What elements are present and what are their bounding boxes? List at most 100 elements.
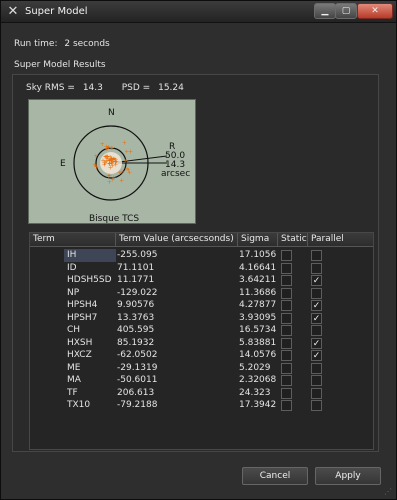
static-checkbox[interactable] <box>281 400 292 411</box>
static-checkbox[interactable] <box>281 337 292 349</box>
minimize-button[interactable]: ▁ <box>314 3 336 19</box>
term-cell: HPSH7 <box>67 312 98 323</box>
term-cell: NP <box>67 287 80 298</box>
static-checkbox[interactable] <box>281 375 292 386</box>
table-row[interactable]: NP -129.022 11.3686 <box>30 287 373 300</box>
sigma-cell: 16.5734 <box>239 325 277 335</box>
static-checkbox[interactable] <box>281 275 292 286</box>
term-value-cell[interactable]: 405.595 <box>117 324 154 337</box>
pointing-plot-svg: + +++++++++ ++++++++++++++++++ ++++++ ++++++… <box>60 108 190 224</box>
term-value-cell[interactable]: 11.1771 <box>117 274 154 287</box>
residual-point: + <box>106 144 111 151</box>
psd-value: 15.24 <box>158 83 184 93</box>
super-model-window: ✕ Super Model ▁ ▢ ✕ Run time: 2 seconds … <box>0 0 397 500</box>
parallel-checkbox[interactable]: ✓ <box>311 275 322 286</box>
residual-point: + <box>92 162 97 169</box>
residual-point: + <box>104 158 109 165</box>
table-row[interactable]: HXSH 85.1932 5.83881 ✓ <box>30 337 373 350</box>
residual-point: + <box>122 139 127 146</box>
header-term[interactable]: Term <box>30 233 116 247</box>
parallel-checkbox[interactable] <box>311 400 322 411</box>
term-cell: HXCZ <box>67 350 92 360</box>
term-value-cell[interactable]: -29.1319 <box>117 362 157 375</box>
header-term-value[interactable]: Term Value (arcsecsonds) <box>116 233 238 247</box>
static-checkbox[interactable] <box>281 325 292 336</box>
static-checkbox[interactable] <box>281 287 292 299</box>
static-checkbox[interactable] <box>281 300 292 311</box>
parallel-checkbox[interactable] <box>311 362 322 374</box>
term-value-cell[interactable]: -255.095 <box>117 249 157 262</box>
table-row[interactable]: HPSH4 9.90576 4.27877 ✓ <box>30 299 373 312</box>
sigma-cell: 5.83881 <box>239 337 277 348</box>
results-group: Sky RMS = 14.3 PSD = 15.24 + + + + + + + + + + + + +… <box>12 74 379 452</box>
north-label: N <box>108 108 115 118</box>
parallel-checkbox[interactable] <box>311 250 322 261</box>
run-time-label: Run time: <box>14 39 58 49</box>
header-sigma[interactable]: Sigma <box>238 233 278 247</box>
term-value-cell[interactable]: 85.1932 <box>117 337 154 350</box>
table-row[interactable]: ME -29.1319 5.2029 <box>30 362 373 375</box>
parallel-checkbox[interactable] <box>311 325 322 336</box>
sigma-cell: 17.3942 <box>239 400 277 410</box>
static-checkbox[interactable] <box>281 387 292 399</box>
term-value-cell[interactable]: 206.613 <box>117 387 154 400</box>
header-static[interactable]: Static <box>278 233 308 247</box>
sky-rms-label: Sky RMS = <box>26 83 75 93</box>
table-row[interactable]: TX10 -79.2188 17.3942 <box>30 399 373 412</box>
plot-caption: Bisque TCS <box>89 214 139 224</box>
static-checkbox[interactable] <box>281 362 292 374</box>
sigma-cell: 3.93095 <box>239 312 277 323</box>
static-checkbox[interactable] <box>281 312 292 324</box>
term-value-cell[interactable]: -129.022 <box>117 287 157 300</box>
term-cell: HXSH <box>67 337 93 348</box>
residual-point: + <box>120 169 125 176</box>
table-row[interactable]: IH -255.095 17.1056 <box>30 249 373 262</box>
term-value-cell[interactable]: -79.2188 <box>117 399 157 412</box>
title-bar[interactable]: ✕ Super Model ▁ ▢ ✕ <box>1 1 396 23</box>
table-row[interactable]: HPSH7 13.3763 3.93095 ✓ <box>30 312 373 325</box>
resize-grip-icon[interactable]: ⋰ <box>384 487 394 497</box>
parallel-checkbox[interactable] <box>311 262 322 274</box>
static-checkbox[interactable] <box>281 350 292 361</box>
table-row[interactable]: HDSH5SD 11.1771 3.64211 ✓ <box>30 274 373 287</box>
window-title: Super Model <box>25 6 88 17</box>
residual-point: + <box>124 149 129 156</box>
parallel-checkbox[interactable]: ✓ <box>311 300 322 311</box>
term-value-cell[interactable]: 9.90576 <box>117 299 154 312</box>
table-row[interactable]: CH 405.595 16.5734 <box>30 324 373 337</box>
term-value-cell[interactable]: -50.6011 <box>117 374 157 387</box>
r-unit: arcsec <box>161 169 190 179</box>
parallel-checkbox[interactable] <box>311 287 322 299</box>
maximize-button[interactable]: ▢ <box>335 3 357 19</box>
east-label: E <box>60 159 66 169</box>
table-row[interactable]: HXCZ -62.0502 14.0576 ✓ <box>30 349 373 362</box>
parallel-checkbox[interactable]: ✓ <box>311 337 322 349</box>
sigma-cell: 2.32068 <box>239 375 277 385</box>
parallel-checkbox[interactable] <box>311 387 322 399</box>
table-row[interactable]: TF 206.613 24.323 <box>30 387 373 400</box>
parallel-checkbox[interactable]: ✓ <box>311 350 322 361</box>
sigma-cell: 17.1056 <box>239 250 277 260</box>
sigma-cell: 3.64211 <box>239 275 277 285</box>
table-row[interactable]: MA -50.6011 2.32068 <box>30 374 373 387</box>
term-cell: ID <box>67 262 77 273</box>
parallel-checkbox[interactable]: ✓ <box>311 312 322 324</box>
term-cell: HPSH4 <box>67 300 98 310</box>
sigma-cell: 5.2029 <box>239 362 271 373</box>
static-checkbox[interactable] <box>281 250 292 261</box>
pointing-error-plot: + + + + + + + + + + + + + + + + + + + + + + + + + + + + + + + + + + + + + + + +… <box>28 99 196 224</box>
close-button[interactable]: ✕ <box>357 3 393 19</box>
static-checkbox[interactable] <box>281 262 292 274</box>
parallel-checkbox[interactable] <box>311 375 322 386</box>
header-parallel[interactable]: Parallel <box>308 233 373 247</box>
term-value-cell[interactable]: -62.0502 <box>117 349 157 362</box>
apply-button[interactable]: Apply <box>315 467 381 485</box>
cancel-button[interactable]: Cancel <box>242 467 308 485</box>
term-value-cell[interactable]: 13.3763 <box>117 312 154 325</box>
term-value-cell[interactable]: 71.1101 <box>117 262 154 275</box>
term-cell: HDSH5SD <box>67 275 112 285</box>
term-cell: IH <box>64 249 116 262</box>
table-row[interactable]: ID 71.1101 4.16641 <box>30 262 373 275</box>
terms-table[interactable]: Term Term Value (arcsecsonds) Sigma Stat… <box>29 232 374 450</box>
sky-rms-value: 14.3 <box>82 83 103 93</box>
